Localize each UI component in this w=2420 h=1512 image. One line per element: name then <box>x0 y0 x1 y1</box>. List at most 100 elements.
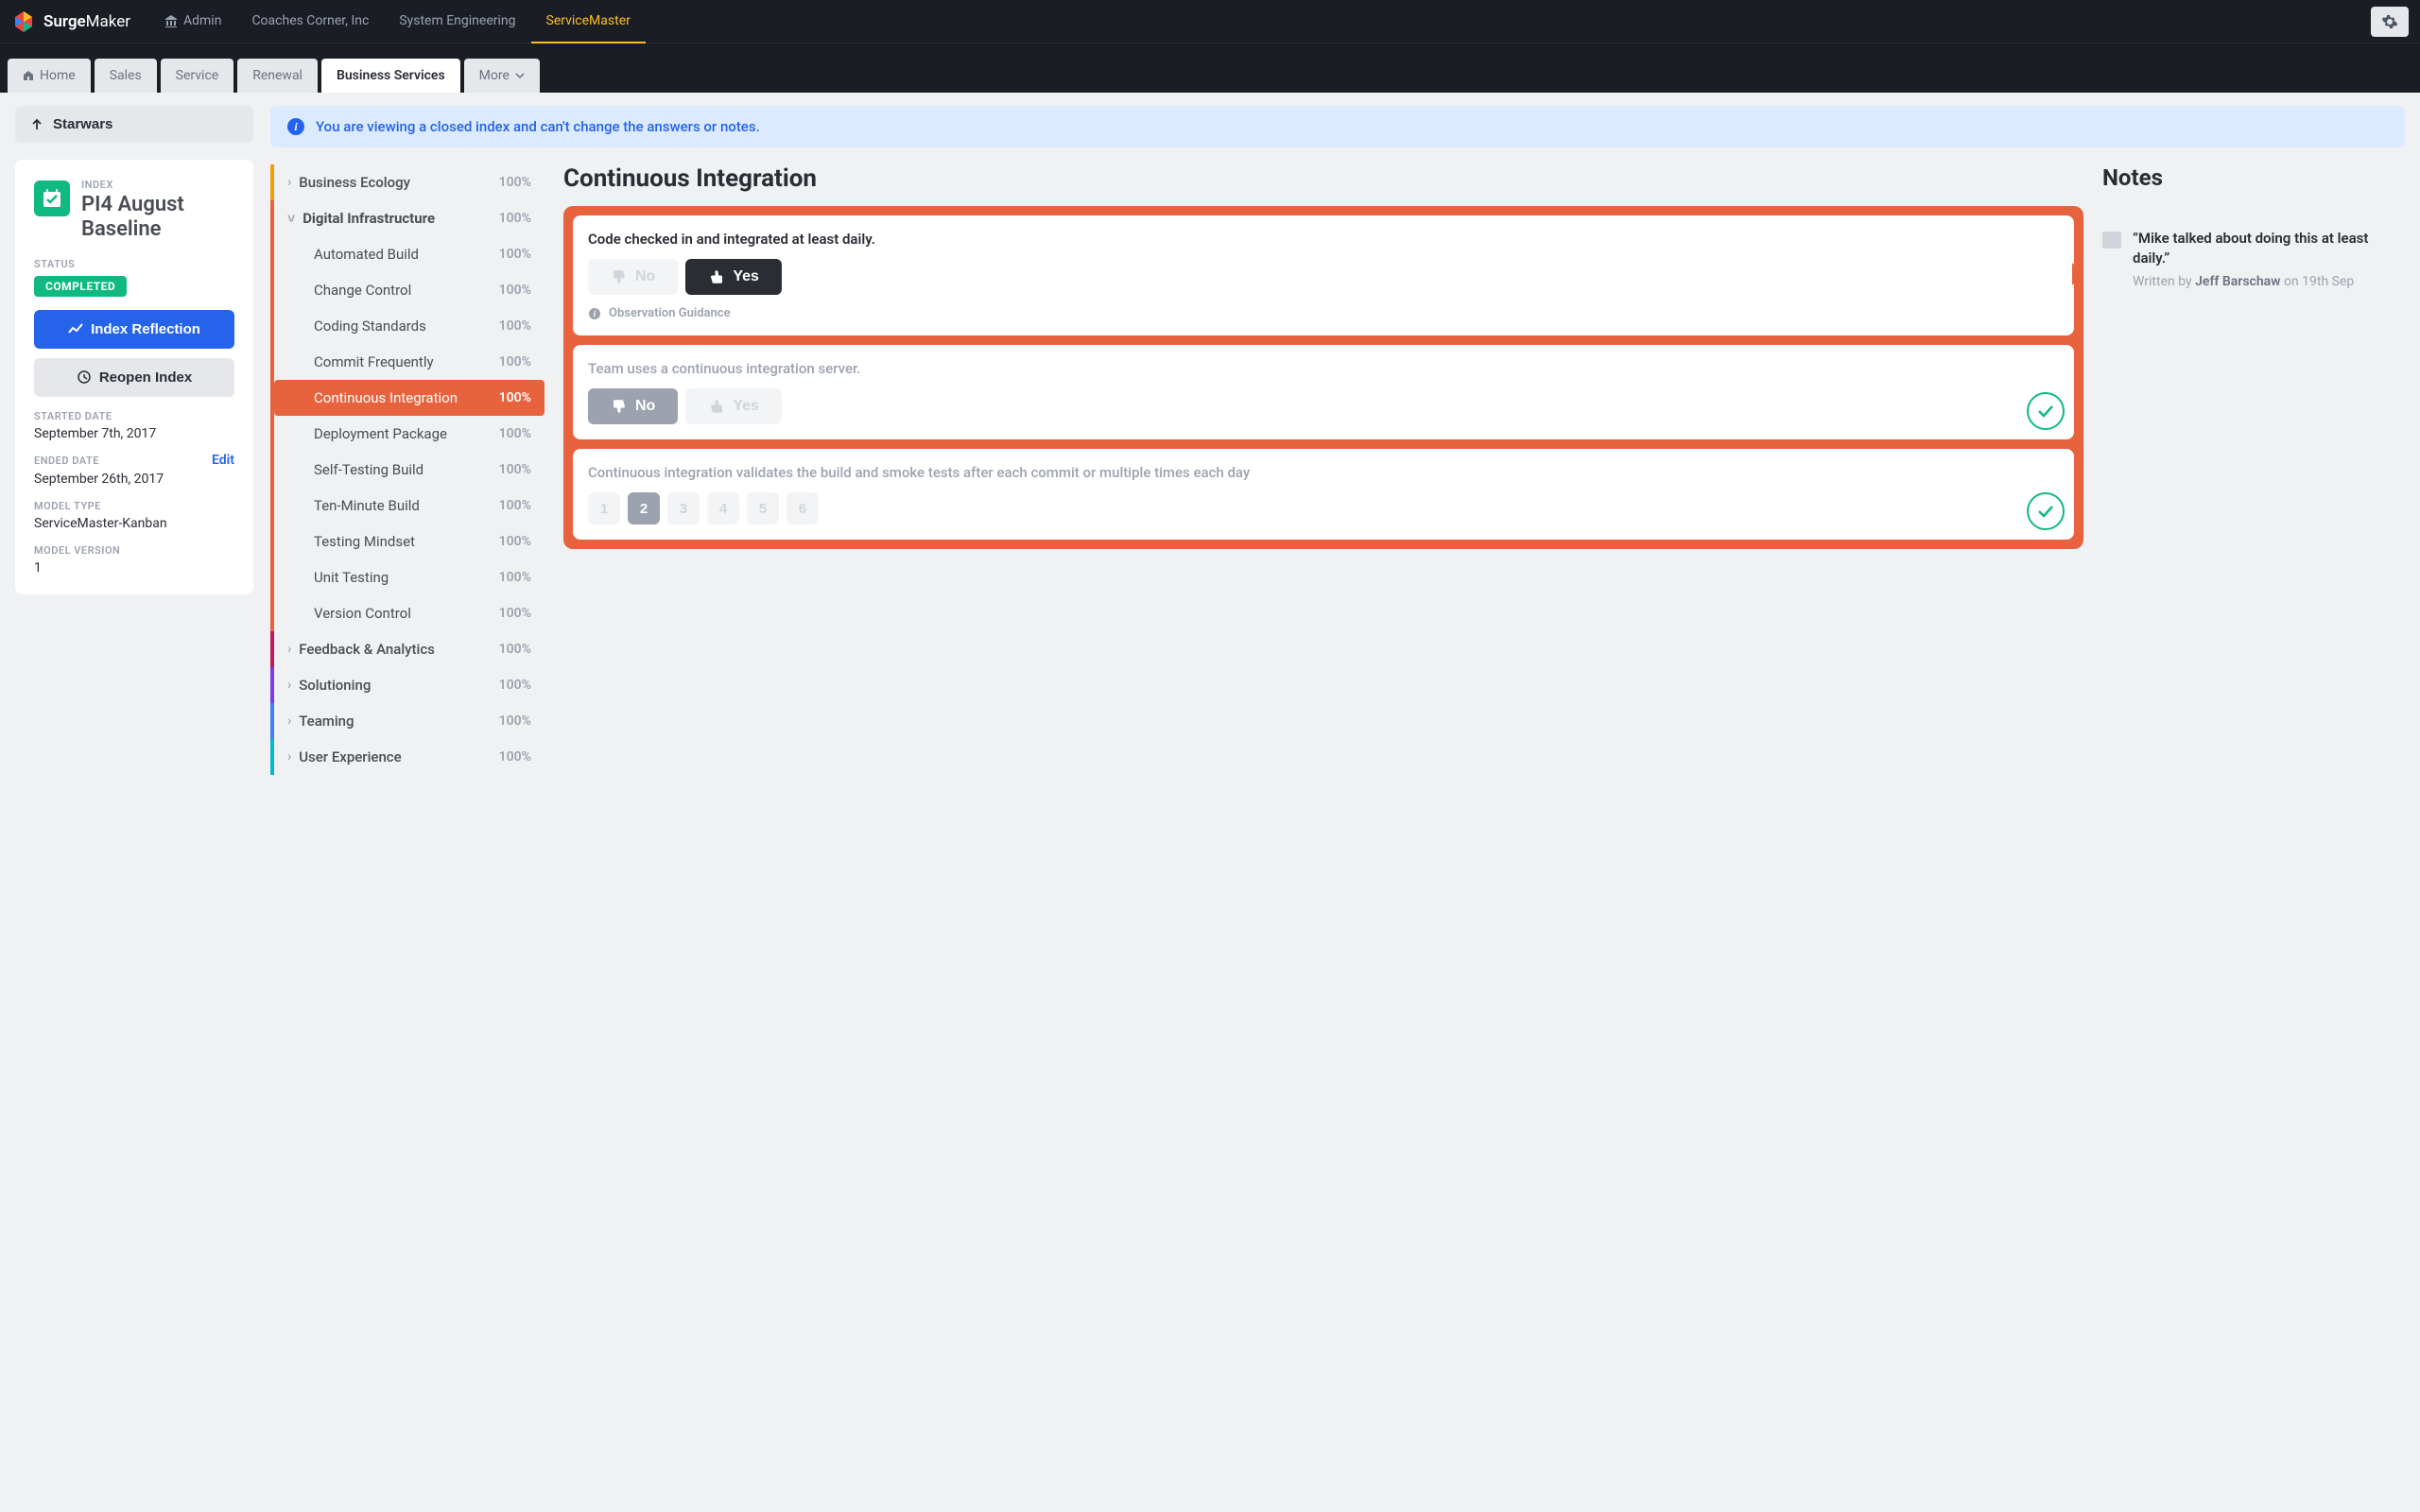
scale-button-6[interactable]: 6 <box>786 492 819 524</box>
scale-button-5[interactable]: 5 <box>747 492 779 524</box>
category-header[interactable]: ›Solutioning100% <box>270 667 544 703</box>
note-item: “Mike talked about doing this at least d… <box>2102 229 2405 289</box>
category-pct: 100% <box>499 211 531 226</box>
thumbs-up-icon <box>708 398 725 415</box>
edit-ended-date-link[interactable]: Edit <box>212 453 234 468</box>
sub-item-pct: 100% <box>499 498 531 513</box>
chevron-right-icon: › <box>287 713 291 729</box>
top-nav-servicemaster[interactable]: ServiceMaster <box>531 0 646 43</box>
settings-button[interactable] <box>2371 7 2409 37</box>
sub-item-pct: 100% <box>499 570 531 585</box>
category-name: Teaming <box>299 713 498 730</box>
sub-item-pct: 100% <box>499 247 531 262</box>
gear-icon <box>2381 13 2398 30</box>
category-sub-item[interactable]: Testing Mindset100% <box>274 524 544 559</box>
index-title: PI4 August Baseline <box>81 193 234 243</box>
index-label: INDEX <box>81 179 234 191</box>
info-icon: i <box>287 118 304 135</box>
category-sub-item[interactable]: Ten-Minute Build100% <box>274 488 544 524</box>
tab-sales[interactable]: Sales <box>95 59 157 93</box>
category-sub-item[interactable]: Commit Frequently100% <box>274 344 544 380</box>
category-sub-item[interactable]: Version Control100% <box>274 595 544 631</box>
answer-yes-button[interactable]: Yes <box>685 259 782 295</box>
category-sub-item[interactable]: Coding Standards100% <box>274 308 544 344</box>
question-section-title: Continuous Integration <box>563 164 2083 193</box>
index-card: INDEX PI4 August Baseline STATUS COMPLET… <box>15 160 253 594</box>
sub-item-name: Continuous Integration <box>314 389 499 406</box>
sub-item-pct: 100% <box>499 318 531 334</box>
category-header[interactable]: ›User Experience100% <box>270 739 544 775</box>
tab-more[interactable]: More <box>464 59 540 93</box>
tab-home[interactable]: Home <box>8 59 91 93</box>
question-card: Team uses a continuous integration serve… <box>573 345 2074 439</box>
category-list: ›Business Ecology100%˅Digital Infrastruc… <box>270 164 544 775</box>
category-name: User Experience <box>299 748 498 765</box>
logo-text: SurgeMaker <box>43 12 130 31</box>
model-type-value: ServiceMaster-Kanban <box>34 516 234 531</box>
sub-item-pct: 100% <box>499 606 531 621</box>
sub-item-name: Version Control <box>314 605 499 622</box>
category-sub-item[interactable]: Continuous Integration100% <box>274 380 544 416</box>
category-header[interactable]: ›Feedback & Analytics100% <box>270 631 544 667</box>
category-sub-item[interactable]: Automated Build100% <box>274 236 544 272</box>
sub-item-pct: 100% <box>499 426 531 441</box>
category-sub-item[interactable]: Change Control100% <box>274 272 544 308</box>
check-circle-icon <box>2027 492 2065 530</box>
sub-item-name: Automated Build <box>314 246 499 263</box>
sub-item-pct: 100% <box>499 390 531 405</box>
top-nav-system-engineering[interactable]: System Engineering <box>384 0 530 43</box>
chevron-down-icon <box>515 71 525 80</box>
alert-text: You are viewing a closed index and can't… <box>316 118 760 135</box>
category-sub-item[interactable]: Deployment Package100% <box>274 416 544 452</box>
top-nav-admin[interactable]: Admin <box>149 0 236 43</box>
category-header[interactable]: ›Business Ecology100% <box>270 164 544 200</box>
tab-bar: Home Sales Service Renewal Business Serv… <box>0 43 2420 93</box>
index-reflection-button[interactable]: Index Reflection <box>34 310 234 349</box>
logo[interactable]: SurgeMaker <box>11 9 130 34</box>
logo-mark-icon <box>11 9 36 34</box>
observation-guidance[interactable]: i Observation Guidance <box>588 306 2059 320</box>
note-meta: Written by Jeff Barschaw on 19th Sep <box>2133 274 2405 289</box>
breadcrumb-back[interactable]: Starwars <box>15 106 253 143</box>
chevron-right-icon: › <box>287 678 291 693</box>
answer-no-button[interactable]: No <box>588 388 678 424</box>
sub-item-name: Commit Frequently <box>314 353 499 370</box>
category-pct: 100% <box>499 713 531 729</box>
thumbs-down-icon <box>611 398 628 415</box>
scale-button-4[interactable]: 4 <box>707 492 739 524</box>
top-nav: Admin Coaches Corner, Inc System Enginee… <box>149 0 646 43</box>
sub-item-name: Deployment Package <box>314 425 499 442</box>
category-header[interactable]: › Teaming100% <box>270 703 544 739</box>
scale-button-2[interactable]: 2 <box>628 492 660 524</box>
top-header: SurgeMaker Admin Coaches Corner, Inc Sys… <box>0 0 2420 43</box>
tab-renewal[interactable]: Renewal <box>237 59 318 93</box>
category-name: Business Ecology <box>299 174 498 191</box>
sub-item-pct: 100% <box>499 462 531 477</box>
tab-service[interactable]: Service <box>161 59 234 93</box>
tab-business-services[interactable]: Business Services <box>321 59 460 93</box>
category-pct: 100% <box>499 642 531 657</box>
sub-item-name: Testing Mindset <box>314 533 499 550</box>
comment-icon <box>2102 232 2121 249</box>
category-sub-item[interactable]: Unit Testing100% <box>274 559 544 595</box>
category-sub-item[interactable]: Self-Testing Build100% <box>274 452 544 488</box>
reopen-index-button[interactable]: Reopen Index <box>34 358 234 397</box>
answer-yes-button[interactable]: Yes <box>685 388 782 424</box>
model-version-label: MODEL VERSION <box>34 544 234 557</box>
chevron-right-icon: › <box>287 749 291 765</box>
top-nav-coaches[interactable]: Coaches Corner, Inc <box>236 0 384 43</box>
question-card: Continuous integration validates the bui… <box>573 449 2074 540</box>
scale-button-3[interactable]: 3 <box>667 492 700 524</box>
category-header[interactable]: ˅Digital Infrastructure100% <box>270 200 544 236</box>
sub-item-name: Coding Standards <box>314 318 499 335</box>
ended-date-value: September 26th, 2017 <box>34 472 234 487</box>
chevron-right-icon: › <box>287 175 291 190</box>
ended-date-label: ENDED DATE <box>34 455 99 467</box>
question-card: Code checked in and integrated at least … <box>573 215 2074 335</box>
question-text: Continuous integration validates the bui… <box>588 464 2059 481</box>
started-date-label: STARTED DATE <box>34 410 234 422</box>
question-panel: Code checked in and integrated at least … <box>563 206 2083 549</box>
answer-no-button[interactable]: No <box>588 259 678 295</box>
started-date-value: September 7th, 2017 <box>34 426 234 441</box>
scale-button-1[interactable]: 1 <box>588 492 620 524</box>
